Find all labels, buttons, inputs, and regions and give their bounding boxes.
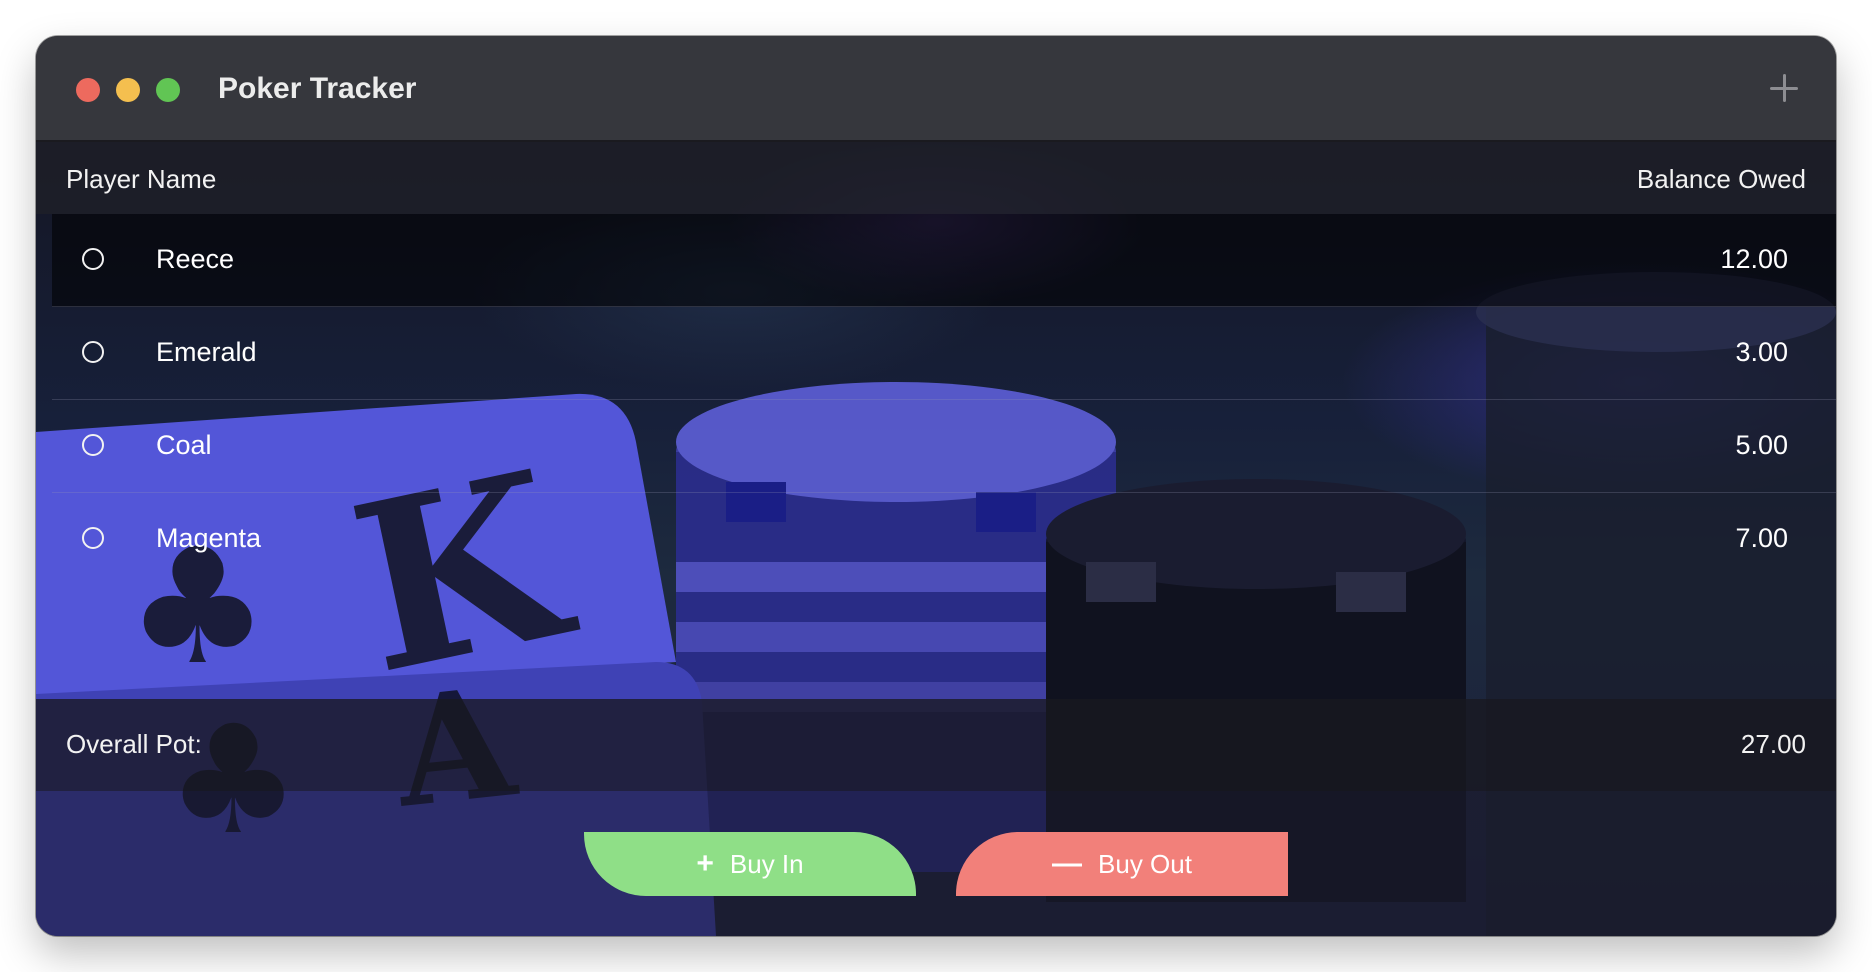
player-balance: 7.00 (1735, 523, 1788, 553)
buy-out-button[interactable]: — Buy Out (956, 832, 1288, 896)
minus-icon: — (1052, 847, 1083, 880)
player-name: Reece (156, 244, 235, 274)
titlebar: Poker Tracker (36, 36, 1836, 142)
balance-owed-column-header: Balance Owed (1636, 164, 1806, 194)
player-list: Reece 12.00 Emerald 3.00 Coal 5.00 Magen… (52, 214, 1836, 585)
player-name-column-header: Player Name (66, 164, 217, 194)
radio-circle-icon[interactable] (82, 341, 104, 363)
close-window-button[interactable] (76, 78, 100, 102)
player-row[interactable]: Emerald 3.00 (52, 307, 1836, 400)
buy-in-label: Buy In (729, 848, 804, 879)
player-name: Magenta (156, 523, 262, 553)
player-row[interactable]: Coal 5.00 (52, 400, 1836, 493)
player-name: Coal (156, 430, 212, 460)
action-bar (36, 791, 1836, 936)
zoom-window-button[interactable] (156, 78, 180, 102)
overall-pot-value: 27.00 (1740, 729, 1806, 759)
window-title: Poker Tracker (218, 72, 417, 105)
buy-out-label: Buy Out (1098, 848, 1192, 879)
player-balance: 12.00 (1720, 244, 1788, 274)
add-player-plus-icon[interactable] (1768, 72, 1800, 104)
buy-in-button[interactable]: + Buy In (584, 832, 916, 896)
player-balance: 3.00 (1735, 337, 1788, 367)
radio-circle-icon[interactable] (82, 434, 104, 456)
table-header: Player Name Balance Owed (36, 142, 1836, 214)
player-balance: 5.00 (1735, 430, 1788, 460)
radio-circle-icon[interactable] (82, 248, 104, 270)
player-row[interactable]: Reece 12.00 (52, 214, 1836, 307)
overall-pot-row: Overall Pot: 27.00 (36, 699, 1836, 791)
player-row[interactable]: Magenta 7.00 (52, 493, 1836, 585)
player-name: Emerald (156, 337, 257, 367)
overall-pot-label: Overall Pot: (66, 729, 202, 759)
minimize-window-button[interactable] (116, 78, 140, 102)
plus-icon: + (696, 847, 714, 880)
app-window: K ♣ A ♣ Poker Tracker Player Name Balanc… (36, 36, 1836, 936)
radio-circle-icon[interactable] (82, 527, 104, 549)
